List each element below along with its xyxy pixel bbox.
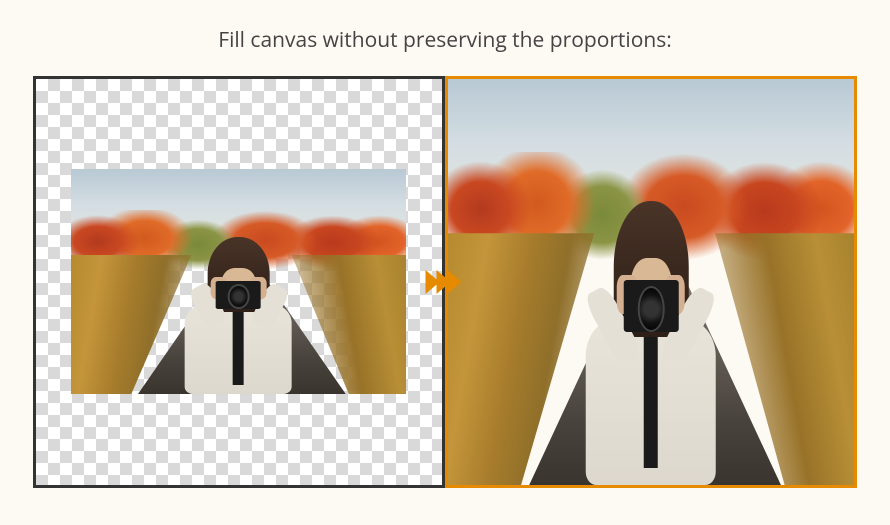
stretched-image <box>448 79 854 485</box>
transform-arrow-icon <box>429 270 462 294</box>
original-image <box>71 169 406 394</box>
photo-scene <box>448 79 854 485</box>
chevron-right-icon <box>448 270 462 294</box>
page-title: Fill canvas without preserving the propo… <box>218 26 672 54</box>
after-panel <box>445 76 857 488</box>
photo-scene <box>71 169 406 394</box>
comparison-panels <box>33 76 857 488</box>
before-panel <box>33 76 445 488</box>
